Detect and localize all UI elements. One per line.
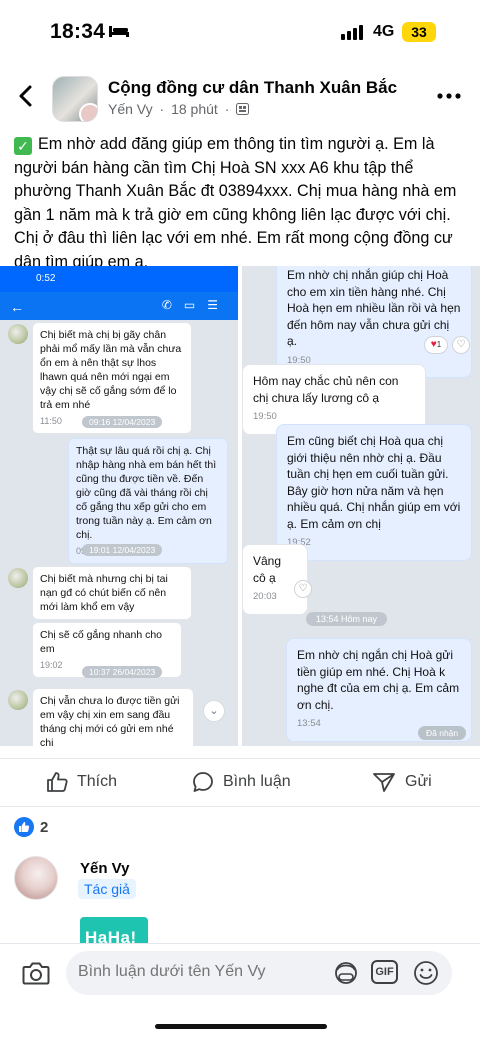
date-separator: 19:01 12/04/2023: [82, 544, 163, 556]
group-privacy-icon: [236, 103, 250, 115]
comment-input[interactable]: [78, 963, 318, 981]
message-text: Chị vẫn chưa lo được tiền gửi em vậy chị…: [40, 695, 180, 746]
back-arrow-icon[interactable]: [15, 84, 37, 108]
message-text: Chị biết mà nhưng chị bị tai nạn gđ có c…: [40, 573, 168, 613]
cellular-signal-icon: [341, 25, 363, 40]
sleep-mode-icon: [109, 26, 129, 37]
chat-bubble-mine: Em nhờ chị nhắn giúp chị Hoà cho em xin …: [276, 266, 472, 378]
reaction-summary[interactable]: 2: [14, 816, 48, 838]
heart-outline-icon: ♡: [294, 580, 312, 598]
embedded-status-bar: 0:52: [0, 266, 238, 292]
embedded-chat-header: ← ✆▭☰: [0, 292, 238, 320]
chat-screenshot-left[interactable]: 0:52 ← ✆▭☰ Chị biết mà chị bị gãy chân p…: [0, 266, 238, 746]
message-time: 20:03: [253, 591, 277, 602]
post-time[interactable]: 18 phút: [171, 101, 218, 117]
battery-indicator: 33: [402, 22, 436, 42]
contact-avatar: [8, 324, 28, 344]
post-meta: Yến Vy · 18 phút ·: [108, 101, 250, 117]
avatar-sticker-icon[interactable]: [332, 960, 360, 986]
message-text: Vâng cô ạ: [253, 554, 282, 585]
emoji-icon[interactable]: [412, 960, 440, 986]
status-bar: 18:34 4G 33: [0, 0, 480, 64]
comment-bubble-icon: [193, 772, 213, 792]
more-options-icon[interactable]: [437, 92, 461, 100]
chat-bubble-mine: Em cũng biết chị Hoà qua chị giới thiệu …: [276, 424, 472, 561]
heart-outline-icon: ♡: [452, 336, 470, 354]
chat-bubble: Chị biết mà nhưng chị bị tai nạn gđ có c…: [32, 566, 192, 620]
like-label: Thích: [77, 773, 118, 790]
date-separator: 09:16 12/04/2023: [82, 416, 163, 428]
contact-avatar: [8, 568, 28, 588]
send-icon: [373, 773, 395, 792]
embedded-back-icon: ←: [10, 299, 24, 315]
heart-reaction-icon: ♥1: [424, 336, 448, 354]
network-type: 4G: [373, 23, 395, 40]
post-body: ✓ Em nhờ add đăng giúp em thông tin tìm n…: [14, 133, 472, 274]
home-indicator[interactable]: [155, 1024, 327, 1029]
comment-label: Bình luận: [223, 773, 291, 790]
embedded-call-icons: ✆▭☰: [161, 298, 230, 312]
message-text: Em cũng biết chị Hoà qua chị giới thiệu …: [287, 434, 461, 531]
post-text: Em nhờ add đăng giúp em thông tin tìm ng…: [14, 135, 457, 271]
camera-icon[interactable]: [22, 960, 50, 986]
chat-screenshot-right[interactable]: Em nhờ chị nhắn giúp chị Hoà cho em xin …: [242, 266, 480, 746]
reaction-count: 2: [40, 818, 49, 836]
group-avatar[interactable]: [52, 76, 98, 122]
meta-separator: ·: [224, 101, 230, 117]
like-reaction-icon: [14, 817, 34, 837]
check-mark-icon: ✓: [14, 137, 32, 155]
divider: [0, 758, 480, 759]
author-mini-avatar: [79, 103, 97, 121]
post-author[interactable]: Yến Vy: [108, 101, 153, 117]
gif-icon[interactable]: GIF: [371, 960, 398, 984]
message-text: Hôm nay chắc chủ nên con chị chưa lấy lư…: [253, 374, 399, 405]
share-label: Gửi: [405, 773, 432, 790]
message-text: Em nhờ chị ngắn chị Hoà gửi tiền giúp em…: [297, 648, 460, 712]
comment-button[interactable]: Bình luận: [192, 768, 291, 796]
date-separator: 13:54 Hôm nay: [306, 612, 388, 626]
message-text: Chị biết mà chị bị gãy chân phải mổ mấy …: [40, 329, 182, 411]
like-thumb-icon: [47, 772, 68, 792]
haha-sticker: HaHa!: [80, 917, 148, 945]
sticker-text: HaHa!: [85, 928, 137, 945]
author-badge: Tác giả: [78, 879, 136, 899]
message-time: 19:52: [287, 537, 311, 548]
contact-avatar: [8, 690, 28, 710]
chevron-down-icon: ⌄: [203, 700, 225, 722]
like-button[interactable]: Thích: [46, 768, 117, 796]
date-separator: 10:37 26/04/2023: [82, 666, 163, 678]
clock: 18:34: [50, 20, 106, 43]
commenter-name[interactable]: Yến Vy: [80, 860, 129, 877]
commenter-avatar[interactable]: [14, 856, 58, 900]
embedded-clock: 0:52: [36, 273, 56, 284]
chat-bubble: Vâng cô ạ 20:03: [242, 544, 308, 615]
divider: [0, 806, 480, 807]
message-text: Chị sẽ cố gắng nhanh cho em: [40, 629, 163, 655]
meta-separator: ·: [159, 101, 165, 117]
chat-bubble: Chị vẫn chưa lo được tiền gửi em vậy chị…: [32, 688, 194, 746]
message-text: Thật sự lâu quá rồi chị ạ. Chị nhập hàng…: [76, 445, 217, 541]
share-button[interactable]: Gửi: [372, 768, 432, 796]
seen-status: Đã nhận: [418, 726, 467, 740]
group-name[interactable]: Cộng đồng cư dân Thanh Xuân Bắc: [108, 78, 397, 98]
